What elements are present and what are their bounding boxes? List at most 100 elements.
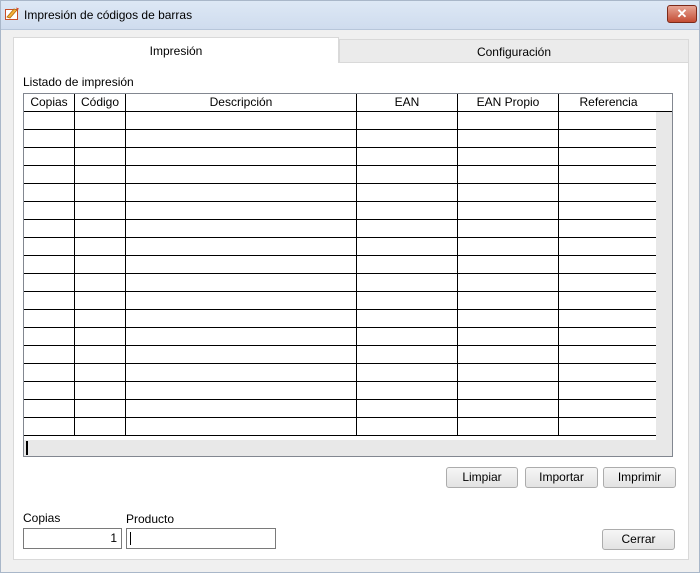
table-cell[interactable] — [75, 328, 126, 345]
table-cell[interactable] — [458, 292, 559, 309]
table-cell[interactable] — [126, 400, 357, 417]
table-cell[interactable] — [126, 184, 357, 201]
table-cell[interactable] — [126, 220, 357, 237]
table-cell[interactable] — [559, 112, 658, 129]
table-cell[interactable] — [559, 310, 658, 327]
table-row[interactable] — [24, 382, 658, 400]
table-cell[interactable] — [126, 166, 357, 183]
table-cell[interactable] — [559, 238, 658, 255]
table-cell[interactable] — [75, 292, 126, 309]
table-cell[interactable] — [126, 130, 357, 147]
table-cell[interactable] — [559, 148, 658, 165]
table-cell[interactable] — [24, 328, 75, 345]
table-cell[interactable] — [75, 418, 126, 435]
table-cell[interactable] — [559, 328, 658, 345]
close-button[interactable]: Cerrar — [602, 529, 675, 550]
table-cell[interactable] — [458, 148, 559, 165]
table-cell[interactable] — [458, 418, 559, 435]
table-cell[interactable] — [24, 184, 75, 201]
table-cell[interactable] — [75, 364, 126, 381]
table-cell[interactable] — [24, 310, 75, 327]
table-cell[interactable] — [559, 184, 658, 201]
table-cell[interactable] — [126, 274, 357, 291]
table-cell[interactable] — [357, 238, 458, 255]
vertical-scrollbar[interactable] — [656, 112, 672, 440]
table-row[interactable] — [24, 364, 658, 382]
table-cell[interactable] — [559, 274, 658, 291]
table-cell[interactable] — [24, 292, 75, 309]
column-header-descripcion[interactable]: Descripción — [126, 94, 357, 111]
table-cell[interactable] — [75, 274, 126, 291]
column-header-copias[interactable]: Copias — [24, 94, 75, 111]
table-cell[interactable] — [559, 364, 658, 381]
table-cell[interactable] — [357, 418, 458, 435]
table-cell[interactable] — [24, 382, 75, 399]
table-cell[interactable] — [24, 112, 75, 129]
table-cell[interactable] — [24, 364, 75, 381]
table-cell[interactable] — [357, 364, 458, 381]
table-cell[interactable] — [357, 220, 458, 237]
title-bar[interactable]: Impresión de códigos de barras ✕ — [1, 1, 699, 30]
table-cell[interactable] — [458, 310, 559, 327]
table-row[interactable] — [24, 292, 658, 310]
clear-button[interactable]: Limpiar — [446, 467, 518, 488]
table-cell[interactable] — [357, 310, 458, 327]
column-header-ean[interactable]: EAN — [357, 94, 458, 111]
table-cell[interactable] — [357, 184, 458, 201]
table-cell[interactable] — [357, 148, 458, 165]
table-cell[interactable] — [559, 130, 658, 147]
table-row[interactable] — [24, 130, 658, 148]
table-cell[interactable] — [559, 400, 658, 417]
table-cell[interactable] — [75, 112, 126, 129]
table-cell[interactable] — [357, 292, 458, 309]
tab-configuracion[interactable]: Configuración — [339, 39, 689, 63]
table-cell[interactable] — [458, 328, 559, 345]
import-button[interactable]: Importar — [525, 467, 598, 488]
table-cell[interactable] — [75, 310, 126, 327]
table-cell[interactable] — [75, 202, 126, 219]
table-cell[interactable] — [559, 220, 658, 237]
table-row[interactable] — [24, 220, 658, 238]
table-cell[interactable] — [357, 112, 458, 129]
table-cell[interactable] — [559, 418, 658, 435]
table-cell[interactable] — [458, 202, 559, 219]
table-cell[interactable] — [458, 112, 559, 129]
table-cell[interactable] — [126, 346, 357, 363]
table-row[interactable] — [24, 256, 658, 274]
table-cell[interactable] — [75, 148, 126, 165]
table-cell[interactable] — [24, 202, 75, 219]
table-cell[interactable] — [75, 184, 126, 201]
table-cell[interactable] — [559, 166, 658, 183]
print-button[interactable]: Imprimir — [603, 467, 676, 488]
table-cell[interactable] — [357, 130, 458, 147]
print-list-grid[interactable]: Copias Código Descripción EAN EAN Propio… — [23, 93, 673, 457]
table-cell[interactable] — [559, 292, 658, 309]
column-header-ean-propio[interactable]: EAN Propio — [458, 94, 559, 111]
table-row[interactable] — [24, 274, 658, 292]
table-cell[interactable] — [24, 346, 75, 363]
table-cell[interactable] — [24, 220, 75, 237]
table-cell[interactable] — [75, 400, 126, 417]
table-row[interactable] — [24, 400, 658, 418]
table-cell[interactable] — [24, 130, 75, 147]
table-cell[interactable] — [458, 364, 559, 381]
table-cell[interactable] — [559, 202, 658, 219]
table-cell[interactable] — [126, 418, 357, 435]
table-row[interactable] — [24, 328, 658, 346]
table-cell[interactable] — [458, 184, 559, 201]
table-cell[interactable] — [126, 238, 357, 255]
table-cell[interactable] — [126, 310, 357, 327]
table-cell[interactable] — [357, 202, 458, 219]
table-row[interactable] — [24, 346, 658, 364]
table-cell[interactable] — [126, 256, 357, 273]
table-cell[interactable] — [126, 148, 357, 165]
table-cell[interactable] — [458, 166, 559, 183]
table-row[interactable] — [24, 418, 658, 436]
column-header-referencia[interactable]: Referencia — [559, 94, 658, 111]
table-cell[interactable] — [24, 256, 75, 273]
table-cell[interactable] — [458, 130, 559, 147]
table-row[interactable] — [24, 238, 658, 256]
scroll-thumb[interactable] — [26, 441, 28, 455]
table-row[interactable] — [24, 184, 658, 202]
table-cell[interactable] — [357, 274, 458, 291]
